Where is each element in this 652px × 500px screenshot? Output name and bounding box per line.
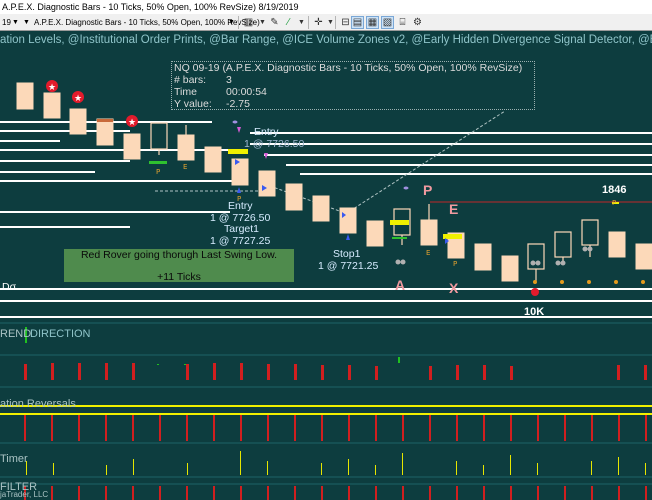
panel-separators (0, 322, 652, 485)
green-bar-marker (392, 237, 407, 239)
chart-type-dropdown-icon[interactable]: ▼ (228, 14, 235, 30)
candle (635, 243, 652, 270)
red-bars (24, 363, 647, 380)
candle (312, 195, 330, 222)
svg-text:E: E (426, 249, 430, 257)
dot (232, 120, 238, 124)
candle (16, 82, 34, 110)
note-line-2: +11 Ticks (157, 271, 201, 283)
trend-panel-prefix: REND (0, 328, 32, 340)
candle (474, 243, 492, 271)
magenta-arrow (237, 127, 241, 133)
bar-style-icon[interactable]: ▥ (242, 16, 255, 29)
candle (69, 108, 87, 135)
timer-bars (26, 451, 646, 475)
instrument-selector[interactable]: 19 (2, 14, 11, 30)
candle (177, 134, 195, 161)
10k-marker (531, 288, 539, 296)
svg-text:★: ★ (48, 83, 56, 93)
candle-hollow (150, 122, 168, 150)
target-price-label: 1 @ 7727.25 (210, 235, 271, 247)
infobox-row: # bars: 3 (174, 74, 232, 86)
blue-arrow (346, 234, 350, 240)
candle (339, 207, 357, 234)
svg-text:P: P (453, 260, 457, 268)
window-titlebar: A.P.E.X. Diagnostic Bars - 10 Ticks, 50%… (0, 0, 652, 14)
reversal-panel-label: ation Reversals (0, 398, 76, 410)
candle (366, 220, 384, 247)
infobox-title: NQ 09-19 (A.P.E.X. Diagnostic Bars - 10 … (174, 62, 523, 74)
timer-panel-label: Timer (0, 453, 28, 465)
candle-hollow (581, 219, 599, 246)
stop-price-label: 1 @ 7721.25 (318, 260, 379, 272)
chart-type-label[interactable]: A.P.E.X. Diagnostic Bars - 10 Ticks, 50%… (34, 14, 260, 30)
marker-a: A (395, 277, 406, 293)
reversal-lines (0, 405, 652, 415)
dot (403, 186, 409, 190)
indicators-icon[interactable]: ⌸ (396, 16, 409, 29)
chart-toolbar: 19 ▼ ▼ A.P.E.X. Diagnostic Bars - 10 Tic… (0, 14, 652, 31)
window-title: A.P.E.X. Diagnostic Bars - 10 Ticks, 50%… (2, 2, 299, 12)
properties-icon[interactable]: ▤ (351, 16, 364, 29)
data-infobox: NQ 09-19 (A.P.E.X. Diagnostic Bars - 10 … (171, 61, 535, 110)
filter-bars (24, 486, 647, 500)
infobox-row: Y value: -2.75 (174, 98, 250, 110)
candle (501, 255, 519, 282)
indicator-header: ation Levels, @Institutional Order Print… (0, 34, 652, 46)
target-label: Target1 (224, 223, 260, 235)
draw-pencil-icon[interactable]: ✎ (268, 16, 281, 29)
yellow-bar-marker (443, 234, 462, 239)
chart-note: Red Rover going thorugh Last Swing Low. … (64, 249, 294, 283)
toolbar-separator (238, 16, 239, 29)
reversal-red-bars (24, 415, 647, 441)
instrument-dropdown-icon[interactable]: ▼ (12, 14, 19, 30)
candle (43, 92, 61, 119)
10k-label: 10K (524, 306, 545, 318)
note-line-1: Red Rover going thorugh Last Swing Low. (80, 249, 278, 261)
candle-hollow (554, 231, 572, 258)
interval-dropdown-icon[interactable]: ▼ (23, 14, 30, 30)
blue-arrow (237, 187, 241, 193)
candle (608, 231, 626, 258)
copyright-label: jaTrader, LLC (0, 490, 49, 499)
infobox-row: Time 00:00:54 (174, 86, 267, 98)
candle (123, 133, 141, 160)
candle (420, 219, 438, 246)
green-bar-marker (149, 161, 167, 164)
stop-label: Stop1 (333, 248, 361, 260)
trend-panel-label: DIRECTION (30, 328, 91, 340)
drawing-dropdown-icon[interactable]: ▼ (295, 16, 308, 29)
strategies-icon[interactable]: ⚙ (411, 16, 424, 29)
candle-hollow (527, 243, 545, 270)
trade-connector-line (269, 185, 346, 214)
left-edge-label: Dσ (2, 281, 17, 293)
entry-label: Entry (254, 126, 279, 138)
svg-text:P: P (156, 168, 160, 176)
marker-x: X (449, 280, 459, 296)
entry-label: Entry (228, 200, 253, 212)
candle (96, 118, 114, 146)
toolbar-separator (335, 16, 336, 29)
toolbar-separator (308, 16, 309, 29)
candle (258, 170, 276, 197)
yellow-bar-marker (390, 220, 409, 225)
svg-text:E: E (183, 163, 187, 171)
entry-price-label: 1 @ 7726.50 (244, 138, 305, 150)
marker-e: E (449, 201, 459, 217)
orange-dots (560, 280, 645, 284)
candle (285, 183, 303, 211)
svg-text:★: ★ (128, 118, 136, 128)
svg-text:★: ★ (74, 94, 82, 104)
candle (231, 158, 249, 186)
marker-p: P (423, 182, 433, 198)
magic-wand-icon[interactable]: ⁄ (282, 16, 295, 29)
data-box-icon[interactable]: ▦ (366, 16, 379, 29)
candle (204, 146, 222, 173)
level-1846-label: 1846 (602, 184, 627, 196)
svg-text:P: P (612, 199, 616, 207)
bar-marker (97, 119, 113, 122)
templates-icon[interactable]: ▧ (381, 16, 394, 29)
